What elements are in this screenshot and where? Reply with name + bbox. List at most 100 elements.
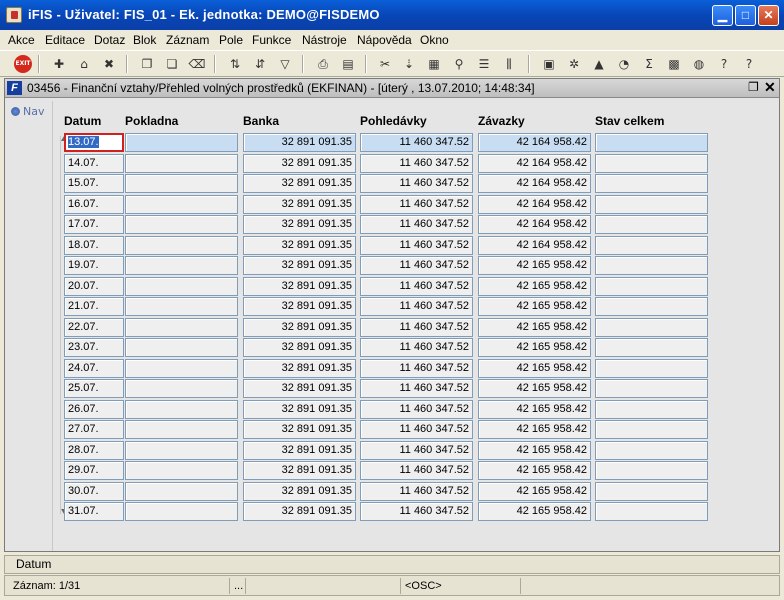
calculator-icon[interactable]: ▣ xyxy=(540,55,558,73)
banka-cell[interactable]: 32 891 091.35 xyxy=(243,482,356,501)
stav-celkem-cell[interactable] xyxy=(595,420,708,439)
banka-cell[interactable]: 32 891 091.35 xyxy=(243,277,356,296)
pohledavky-cell[interactable]: 11 460 347.52 xyxy=(360,318,473,337)
form-titlebar[interactable]: F 03456 - Finanční vztahy/Přehled volnýc… xyxy=(5,79,779,98)
banka-cell[interactable]: 32 891 091.35 xyxy=(243,420,356,439)
pokladna-cell[interactable] xyxy=(125,400,238,419)
home-icon[interactable]: ⌂ xyxy=(75,55,93,73)
stav-celkem-cell[interactable] xyxy=(595,482,708,501)
zavazky-cell[interactable]: 42 165 958.42 xyxy=(478,256,591,275)
sort-ascending-icon[interactable]: ⇅ xyxy=(226,55,244,73)
menu-zaznam[interactable]: Záznam xyxy=(166,33,209,47)
pokladna-cell[interactable] xyxy=(125,338,238,357)
stav-celkem-cell[interactable] xyxy=(595,297,708,316)
menu-nastroje[interactable]: Nástroje xyxy=(302,33,347,47)
columns-icon[interactable]: ⫼ xyxy=(500,55,518,73)
pohledavky-cell[interactable]: 11 460 347.52 xyxy=(360,195,473,214)
zavazky-cell[interactable]: 42 165 958.42 xyxy=(478,379,591,398)
zavazky-cell[interactable]: 42 165 958.42 xyxy=(478,420,591,439)
datum-cell[interactable]: 17.07. xyxy=(64,215,124,234)
datum-cell[interactable]: 21.07. xyxy=(64,297,124,316)
pokladna-cell[interactable] xyxy=(125,154,238,173)
pohledavky-cell[interactable]: 11 460 347.52 xyxy=(360,215,473,234)
zavazky-cell[interactable]: 42 164 958.42 xyxy=(478,195,591,214)
pohledavky-cell[interactable]: 11 460 347.52 xyxy=(360,236,473,255)
datum-cell[interactable]: 16.07. xyxy=(64,195,124,214)
clear-record-icon[interactable]: ⌫ xyxy=(188,55,206,73)
stav-celkem-cell[interactable] xyxy=(595,236,708,255)
triangle-icon[interactable]: ▲ xyxy=(590,55,608,73)
zavazky-cell[interactable]: 42 165 958.42 xyxy=(478,297,591,316)
stav-celkem-cell[interactable] xyxy=(595,215,708,234)
stav-celkem-cell[interactable] xyxy=(595,338,708,357)
banka-cell[interactable]: 32 891 091.35 xyxy=(243,441,356,460)
datum-cell[interactable]: 25.07. xyxy=(64,379,124,398)
banka-cell[interactable]: 32 891 091.35 xyxy=(243,174,356,193)
banka-cell[interactable]: 32 891 091.35 xyxy=(243,359,356,378)
pohledavky-cell[interactable]: 11 460 347.52 xyxy=(360,379,473,398)
close-button[interactable]: ✕ xyxy=(758,5,779,26)
datum-cell[interactable]: 30.07. xyxy=(64,482,124,501)
stav-celkem-cell[interactable] xyxy=(595,502,708,521)
zavazky-cell[interactable]: 42 165 958.42 xyxy=(478,359,591,378)
help-icon[interactable]: ? xyxy=(740,55,758,73)
zavazky-cell[interactable]: 42 164 958.42 xyxy=(478,133,591,152)
datum-cell[interactable]: 29.07. xyxy=(64,461,124,480)
banka-cell[interactable]: 32 891 091.35 xyxy=(243,256,356,275)
exit-button[interactable]: EXIT xyxy=(14,55,32,73)
pokladna-cell[interactable] xyxy=(125,502,238,521)
stav-celkem-cell[interactable] xyxy=(595,400,708,419)
browser-icon[interactable]: ◍ xyxy=(690,55,708,73)
pokladna-cell[interactable] xyxy=(125,256,238,275)
datum-cell[interactable]: 26.07. xyxy=(64,400,124,419)
stav-celkem-cell[interactable] xyxy=(595,133,708,152)
datum-cell[interactable]: 19.07. xyxy=(64,256,124,275)
query-icon[interactable]: ⇣ xyxy=(400,55,418,73)
zavazky-cell[interactable]: 42 165 958.42 xyxy=(478,277,591,296)
pohledavky-cell[interactable]: 11 460 347.52 xyxy=(360,400,473,419)
zavazky-cell[interactable]: 42 164 958.42 xyxy=(478,236,591,255)
stav-celkem-cell[interactable] xyxy=(595,441,708,460)
datum-cell[interactable]: 14.07. xyxy=(64,154,124,173)
zavazky-cell[interactable]: 42 165 958.42 xyxy=(478,338,591,357)
nav-label[interactable]: Nav xyxy=(23,105,44,118)
search-icon[interactable]: ⚲ xyxy=(450,55,468,73)
datum-cell[interactable]: 28.07. xyxy=(64,441,124,460)
pohledavky-cell[interactable]: 11 460 347.52 xyxy=(360,277,473,296)
pokladna-cell[interactable] xyxy=(125,297,238,316)
zavazky-cell[interactable]: 42 165 958.42 xyxy=(478,502,591,521)
pohledavky-cell[interactable]: 11 460 347.52 xyxy=(360,420,473,439)
pokladna-cell[interactable] xyxy=(125,277,238,296)
paste-record-icon[interactable]: ❏ xyxy=(163,55,181,73)
pohledavky-cell[interactable]: 11 460 347.52 xyxy=(360,338,473,357)
stav-celkem-cell[interactable] xyxy=(595,174,708,193)
stav-celkem-cell[interactable] xyxy=(595,359,708,378)
form-restore-icon[interactable]: ❐ xyxy=(748,80,759,94)
maximize-button[interactable]: □ xyxy=(735,5,756,26)
stav-celkem-cell[interactable] xyxy=(595,379,708,398)
pohledavky-cell[interactable]: 11 460 347.52 xyxy=(360,154,473,173)
zavazky-cell[interactable]: 42 164 958.42 xyxy=(478,174,591,193)
menu-funkce[interactable]: Funkce xyxy=(252,33,291,47)
zavazky-cell[interactable]: 42 164 958.42 xyxy=(478,154,591,173)
window-titlebar[interactable]: iFIS - Uživatel: FIS_01 - Ek. jednotka: … xyxy=(0,0,784,30)
pokladna-cell[interactable] xyxy=(125,461,238,480)
pokladna-cell[interactable] xyxy=(125,379,238,398)
form-close-icon[interactable]: ✕ xyxy=(764,79,776,96)
settings-icon[interactable]: ✲ xyxy=(565,55,583,73)
pohledavky-cell[interactable]: 11 460 347.52 xyxy=(360,482,473,501)
datum-cell[interactable]: 15.07. xyxy=(64,174,124,193)
pohledavky-cell[interactable]: 11 460 347.52 xyxy=(360,461,473,480)
stav-celkem-cell[interactable] xyxy=(595,277,708,296)
banka-cell[interactable]: 32 891 091.35 xyxy=(243,338,356,357)
pohledavky-cell[interactable]: 11 460 347.52 xyxy=(360,359,473,378)
banka-cell[interactable]: 32 891 091.35 xyxy=(243,195,356,214)
banka-cell[interactable]: 32 891 091.35 xyxy=(243,133,356,152)
banka-cell[interactable]: 32 891 091.35 xyxy=(243,502,356,521)
menu-editace[interactable]: Editace xyxy=(45,33,85,47)
pokladna-cell[interactable] xyxy=(125,359,238,378)
list-icon[interactable]: ☰ xyxy=(475,55,493,73)
delete-record-icon[interactable]: ✖ xyxy=(100,55,118,73)
banka-cell[interactable]: 32 891 091.35 xyxy=(243,236,356,255)
zavazky-cell[interactable]: 42 165 958.42 xyxy=(478,441,591,460)
